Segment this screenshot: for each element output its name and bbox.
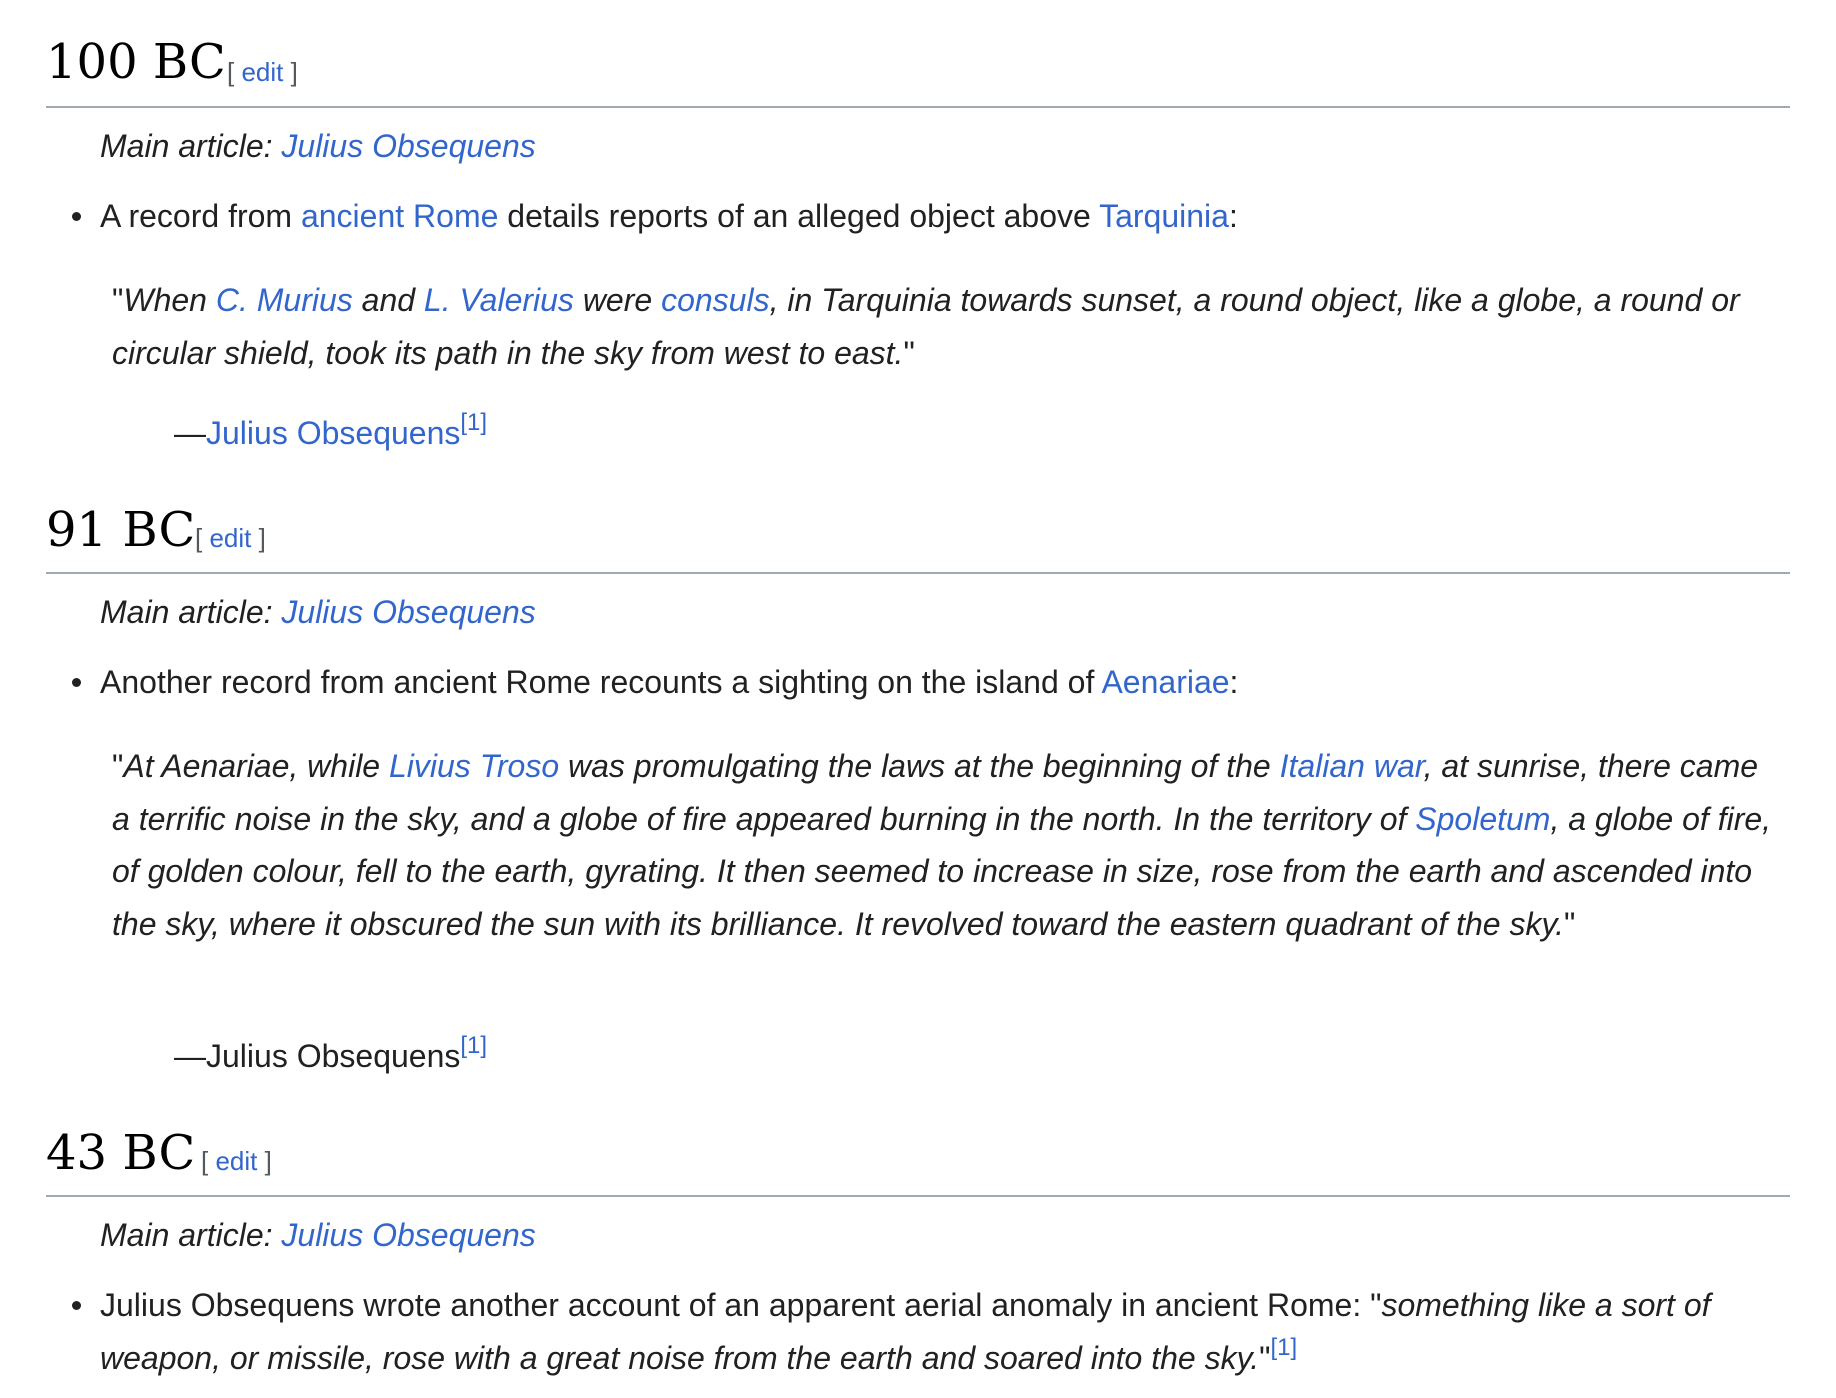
citation-author-link[interactable]: Julius Obsequens [206,415,460,451]
section-heading-43-bc: 43 BC [ edit ] [46,1089,1790,1197]
reference-link[interactable]: [1] [1270,1334,1297,1361]
edit-link[interactable]: edit [209,523,251,553]
edit-section: [ edit ] [195,523,266,553]
reference-link[interactable]: [1] [460,409,487,436]
hatnote: Main article: Julius Obsequens [100,1217,536,1254]
list-item: A record from ancient Rome details repor… [72,190,1790,242]
section-title: 43 BC [46,1125,196,1181]
list-item: Another record from ancient Rome recount… [72,656,1790,708]
link-l-valerius[interactable]: L. Valerius [424,282,574,318]
bullet-icon [72,678,81,687]
list-item: Julius Obsequens wrote another account o… [72,1279,1790,1384]
main-article-link[interactable]: Julius Obsequens [281,1217,535,1253]
link-ancient-rome[interactable]: ancient Rome [301,198,498,234]
hatnote-prefix: Main article: [100,594,273,630]
hatnote: Main article: Julius Obsequens [100,594,536,631]
citation-author: Julius Obsequens [206,1038,461,1074]
link-italian-war[interactable]: Italian war [1280,748,1424,784]
main-article-link[interactable]: Julius Obsequens [281,594,535,630]
link-livius-troso[interactable]: Livius Troso [389,748,559,784]
quote-citation: —Julius Obsequens[1] [174,409,488,451]
edit-link[interactable]: edit [215,1146,257,1176]
link-c-murius[interactable]: C. Murius [216,282,353,318]
link-spoletum[interactable]: Spoletum [1415,801,1550,837]
edit-section: [ edit ] [227,57,298,87]
blockquote: "When C. Murius and L. Valerius were con… [112,282,1740,371]
section-heading-100-bc: 100 BC [ edit ] [46,0,1790,108]
edit-section: [ edit ] [201,1146,272,1176]
edit-link[interactable]: edit [241,57,283,87]
section-title: 91 BC [46,502,196,558]
main-article-link[interactable]: Julius Obsequens [281,128,535,164]
hatnote: Main article: Julius Obsequens [100,128,536,165]
quote-citation: —Julius Obsequens[1] [174,1032,488,1074]
link-aenariae[interactable]: Aenariae [1101,664,1229,700]
hatnote-prefix: Main article: [100,128,273,164]
link-consuls[interactable]: consuls [661,282,770,318]
section-title: 100 BC [46,34,226,90]
bullet-icon [72,212,81,221]
bullet-icon [72,1301,81,1310]
section-heading-91-bc: 91 BC [ edit ] [46,466,1790,574]
blockquote: "At Aenariae, while Livius Troso was pro… [112,748,1772,942]
reference-link[interactable]: [1] [460,1032,487,1059]
link-tarquinia[interactable]: Tarquinia [1099,198,1229,234]
hatnote-prefix: Main article: [100,1217,273,1253]
